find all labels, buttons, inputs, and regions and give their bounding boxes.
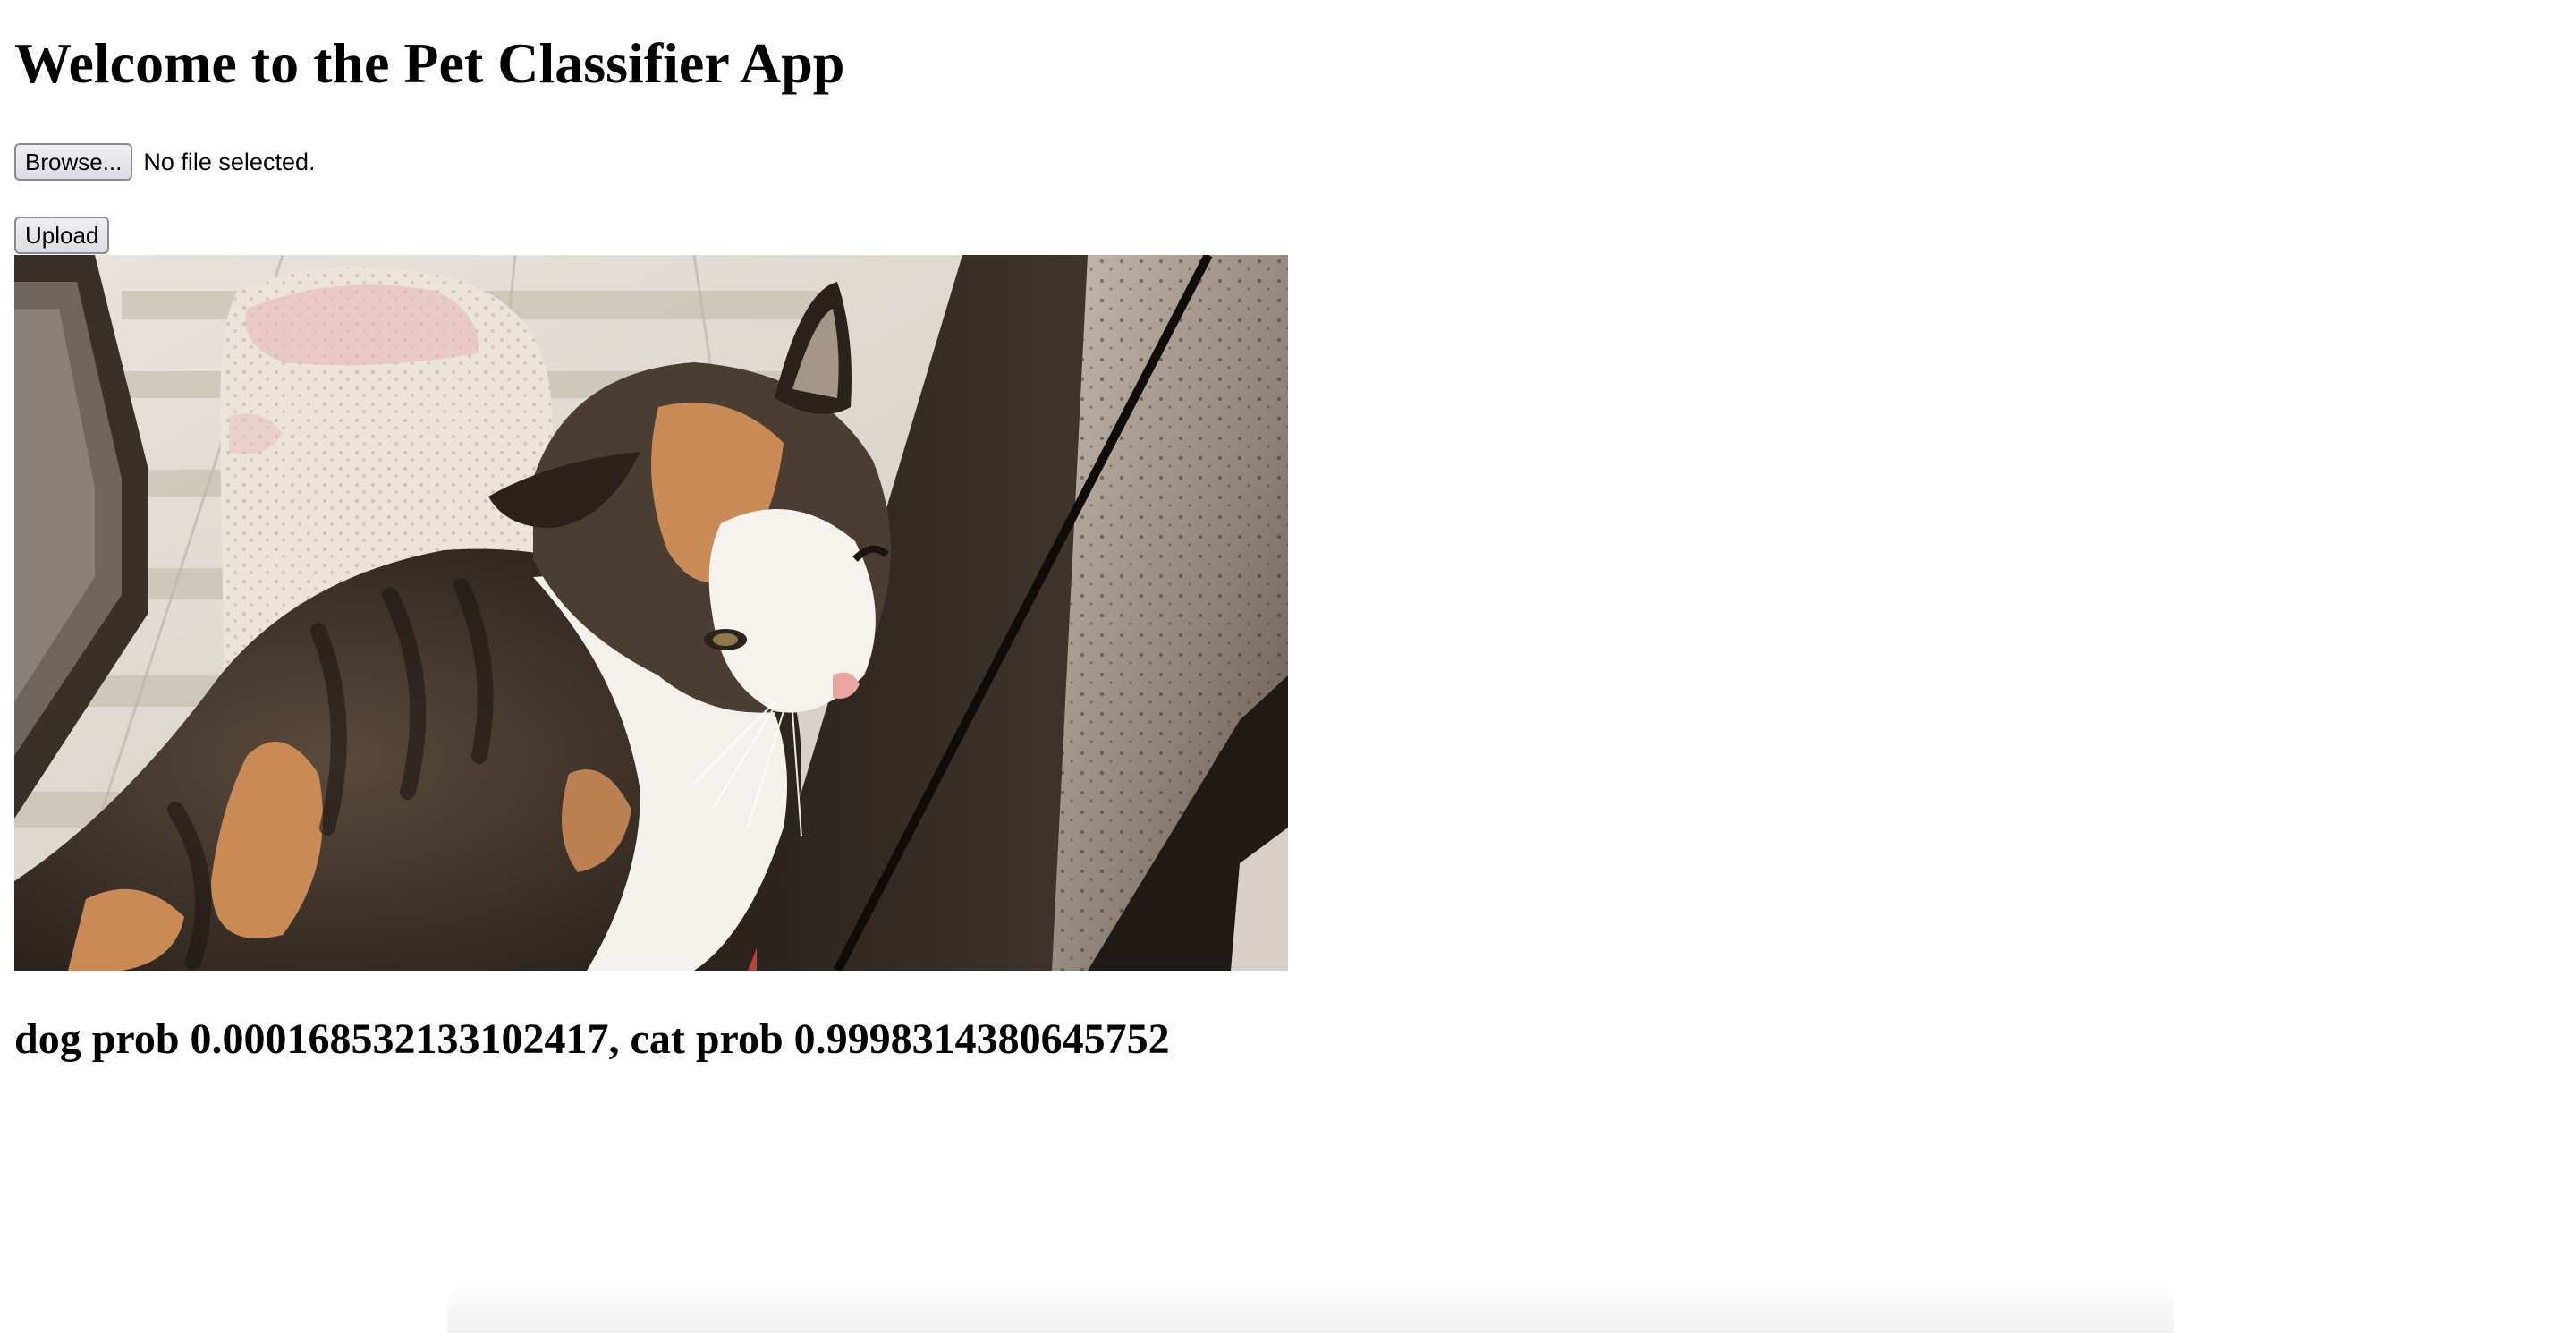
uploaded-pet-image — [14, 255, 1288, 971]
browse-button[interactable]: Browse... — [14, 143, 133, 181]
window-bottom-shadow — [447, 1279, 2174, 1333]
cat-photo — [14, 255, 1288, 971]
page-title: Welcome to the Pet Classifier App — [14, 31, 845, 95]
page: Welcome to the Pet Classifier App Browse… — [0, 0, 2576, 1333]
file-input[interactable]: Browse... No file selected. — [14, 143, 315, 181]
file-status-text: No file selected. — [143, 148, 316, 175]
upload-button[interactable]: Upload — [14, 217, 110, 254]
prediction-result: dog prob 0.000168532133102417, cat prob … — [14, 1015, 1170, 1063]
